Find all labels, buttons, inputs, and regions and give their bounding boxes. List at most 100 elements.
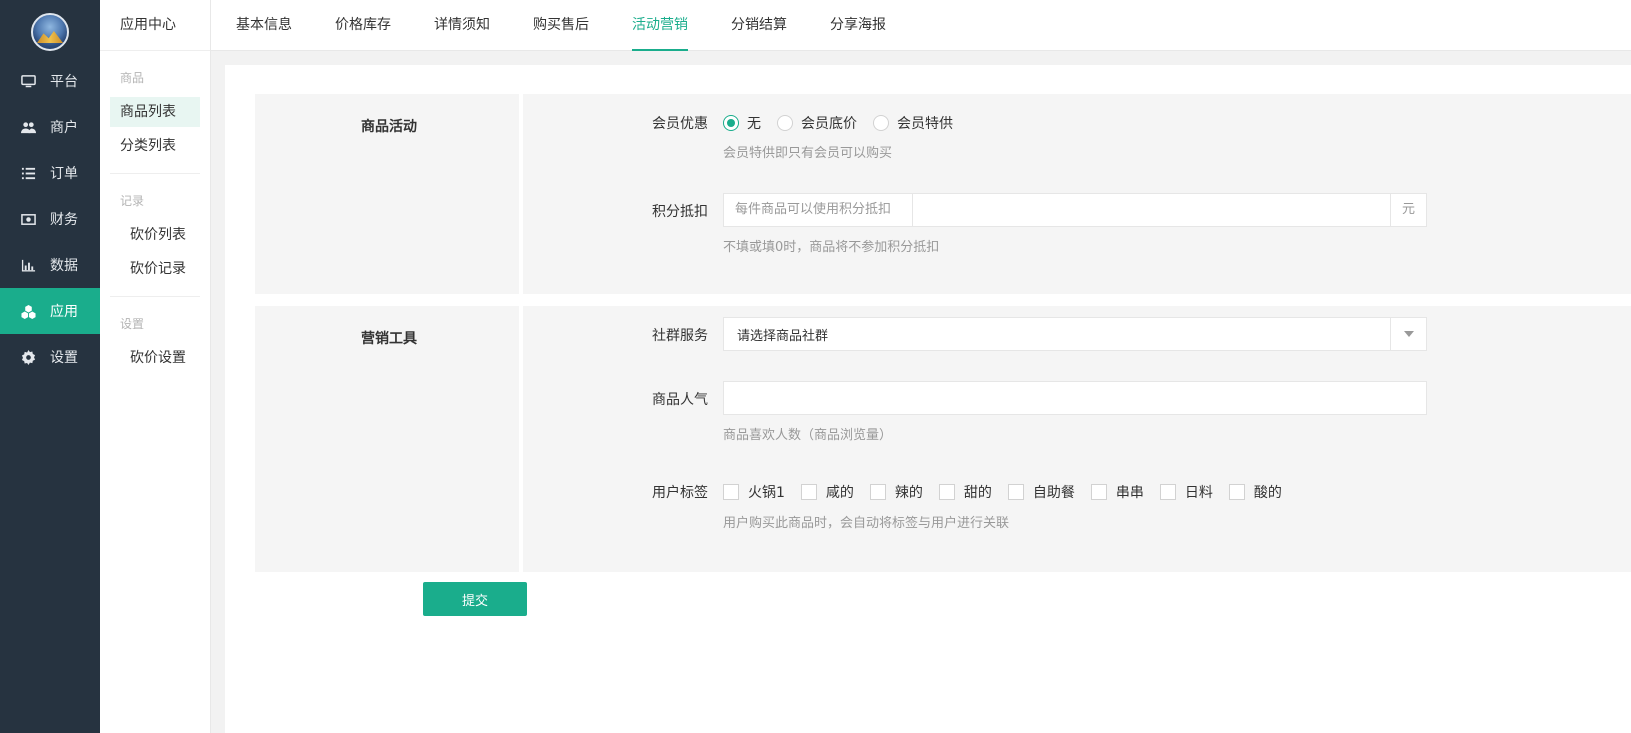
tag-label: 辣的 <box>894 485 923 501</box>
nav-item-apps[interactable]: 应用 <box>0 288 100 334</box>
popularity-help: 商品喜欢人数（商品浏览量） <box>723 428 893 443</box>
sub-sidebar: 应用中心 商品 商品列表 分类列表 记录 砍价列表 砍价记录 设置 砍价设置 <box>100 0 211 733</box>
tag-label: 火锅1 <box>748 485 785 501</box>
sub-group-title: 记录 <box>120 194 145 208</box>
member-discount-radios: 无 会员底价 会员特供 <box>723 113 969 133</box>
tag-checkbox[interactable]: 甜的 <box>938 482 992 502</box>
radio-label: 无 <box>747 116 761 132</box>
bar-chart-icon <box>20 257 36 273</box>
community-label: 社群服务 <box>652 328 708 344</box>
tag-label: 甜的 <box>963 485 992 501</box>
nav-item-platform[interactable]: 平台 <box>0 58 100 104</box>
nav-label: 订单 <box>50 166 78 182</box>
community-select[interactable]: 请选择商品社群 <box>723 317 1427 351</box>
sub-group-goods: 商品 商品列表 分类列表 <box>100 51 210 173</box>
submit-button[interactable]: 提交 <box>423 582 527 616</box>
nav-item-data[interactable]: 数据 <box>0 242 100 288</box>
money-icon <box>20 211 36 227</box>
nav-label: 应用 <box>50 304 78 320</box>
tag-checkbox[interactable]: 日料 <box>1159 482 1213 502</box>
section-label-col: 商品活动 <box>255 94 523 294</box>
radio-member-exclusive[interactable]: 会员特供 <box>873 113 953 133</box>
section-title: 商品活动 <box>361 119 417 135</box>
radio-label: 会员特供 <box>897 116 953 132</box>
popularity-input[interactable] <box>723 381 1427 415</box>
radio-circle <box>777 115 793 131</box>
tag-label: 咸的 <box>825 485 854 501</box>
tag-checkbox[interactable]: 辣的 <box>869 482 923 502</box>
tag-label: 酸的 <box>1253 485 1282 501</box>
main-nav: 平台 商户 订单 财务 数据 应用 设置 <box>0 58 100 380</box>
gear-icon <box>20 349 36 365</box>
sub-item-bargain-list[interactable]: 砍价列表 <box>120 220 190 250</box>
nav-label: 数据 <box>50 258 78 274</box>
chevron-down-icon <box>1390 318 1426 350</box>
sub-item-goods-list[interactable]: 商品列表 <box>110 97 200 127</box>
sub-item-bargain-records[interactable]: 砍价记录 <box>120 254 190 284</box>
top-tabbar: 基本信息 价格库存 详情须知 购买售后 活动营销 分销结算 分享海报 <box>211 0 1631 51</box>
user-tags-label: 用户标签 <box>652 485 708 501</box>
tag-label: 日料 <box>1184 485 1213 501</box>
tab-marketing[interactable]: 活动营销 <box>632 0 688 51</box>
sub-item-category-list[interactable]: 分类列表 <box>110 131 200 161</box>
section-label-col: 营销工具 <box>255 306 523 572</box>
tag-checkbox[interactable]: 火锅1 <box>723 482 785 502</box>
nav-label: 财务 <box>50 212 78 228</box>
main-sidebar: 平台 商户 订单 财务 数据 应用 设置 <box>0 0 100 733</box>
monitor-icon <box>20 73 36 89</box>
checkbox-box <box>723 484 739 500</box>
sub-item-bargain-settings[interactable]: 砍价设置 <box>120 343 190 373</box>
tab-share-poster[interactable]: 分享海报 <box>830 0 886 51</box>
nav-label: 设置 <box>50 350 78 366</box>
member-discount-label: 会员优惠 <box>652 116 708 132</box>
tag-checkbox[interactable]: 自助餐 <box>1007 482 1075 502</box>
tag-checkbox[interactable]: 咸的 <box>800 482 854 502</box>
tab-price-stock[interactable]: 价格库存 <box>335 0 391 51</box>
checkbox-box <box>800 484 817 500</box>
logo[interactable] <box>31 13 69 51</box>
tab-details[interactable]: 详情须知 <box>434 0 490 51</box>
points-input[interactable] <box>913 194 1390 226</box>
tab-distribution[interactable]: 分销结算 <box>731 0 787 51</box>
radio-circle <box>873 115 889 131</box>
member-discount-help: 会员特供即只有会员可以购买 <box>723 146 893 161</box>
section-title: 营销工具 <box>361 331 417 347</box>
tab-after-sales[interactable]: 购买售后 <box>533 0 589 51</box>
radio-circle <box>723 115 739 131</box>
users-icon <box>20 119 36 135</box>
points-input-group: 每件商品可以使用积分抵扣 元 <box>723 193 1427 227</box>
points-help: 不填或填0时，商品将不参加积分抵扣 <box>723 240 940 255</box>
tag-label: 自助餐 <box>1032 485 1075 501</box>
nav-item-merchant[interactable]: 商户 <box>0 104 100 150</box>
community-select-value: 请选择商品社群 <box>737 328 829 344</box>
nav-label: 平台 <box>50 74 78 90</box>
nav-item-settings[interactable]: 设置 <box>0 334 100 380</box>
nav-label: 商户 <box>50 120 78 136</box>
nav-item-orders[interactable]: 订单 <box>0 150 100 196</box>
checkbox-box <box>869 484 886 500</box>
checkbox-box <box>1228 484 1245 500</box>
tag-checkbox[interactable]: 串串 <box>1090 482 1144 502</box>
tab-basic-info[interactable]: 基本信息 <box>236 0 292 51</box>
radio-none[interactable]: 无 <box>723 113 761 133</box>
points-suffix: 元 <box>1390 194 1426 226</box>
cubes-icon <box>20 303 36 319</box>
sub-group-records: 记录 砍价列表 砍价记录 <box>110 173 200 296</box>
tabs: 基本信息 价格库存 详情须知 购买售后 活动营销 分销结算 分享海报 <box>211 0 1631 51</box>
checkbox-box <box>938 484 955 500</box>
points-prefix: 每件商品可以使用积分抵扣 <box>724 194 913 226</box>
nav-item-finance[interactable]: 财务 <box>0 196 100 242</box>
tag-label: 串串 <box>1115 485 1144 501</box>
popularity-label: 商品人气 <box>652 392 708 408</box>
subbar-title: 应用中心 <box>100 0 210 51</box>
sub-group-title: 商品 <box>120 71 145 85</box>
checkbox-box <box>1090 484 1107 500</box>
sub-group-title: 设置 <box>120 317 145 331</box>
points-label: 积分抵扣 <box>652 204 708 220</box>
list-icon <box>20 165 36 181</box>
user-tags-help: 用户购买此商品时，会自动将标签与用户进行关联 <box>723 516 1010 531</box>
radio-member-base-price[interactable]: 会员底价 <box>777 113 857 133</box>
sub-group-settings: 设置 砍价设置 <box>110 296 200 385</box>
checkbox-box <box>1007 484 1024 500</box>
tag-checkbox[interactable]: 酸的 <box>1228 482 1282 502</box>
